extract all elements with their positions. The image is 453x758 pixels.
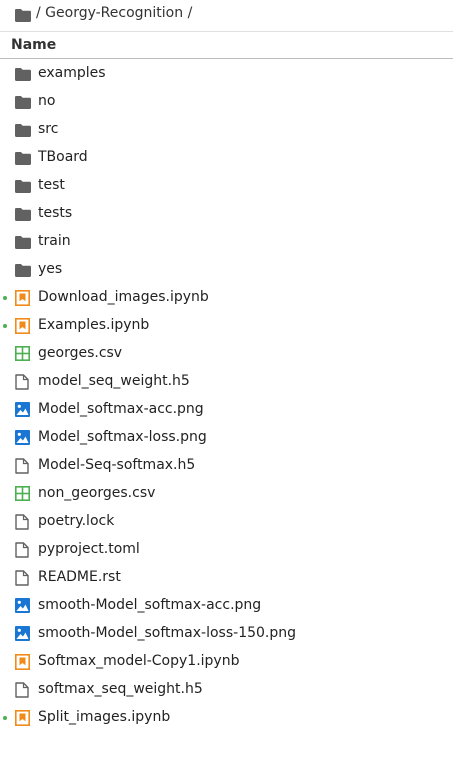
file-name[interactable]: Model_softmax-acc.png	[38, 401, 204, 417]
file-name[interactable]: src	[38, 121, 58, 137]
file-name[interactable]: model_seq_weight.h5	[38, 373, 190, 389]
file-name[interactable]: README.rst	[38, 569, 121, 585]
folder-icon	[15, 262, 31, 278]
file-row[interactable]: Download_images.ipynb	[0, 284, 453, 312]
file-row[interactable]: test	[0, 172, 453, 200]
file-name[interactable]: TBoard	[38, 149, 88, 165]
image-icon	[15, 402, 31, 418]
file-row[interactable]: smooth-Model_softmax-loss-150.png	[0, 620, 453, 648]
notebook-icon	[15, 654, 31, 670]
file-row[interactable]: Split_images.ipynb	[0, 704, 453, 732]
file-row[interactable]: pyproject.toml	[0, 536, 453, 564]
file-icon	[15, 542, 31, 558]
spreadsheet-icon	[15, 486, 31, 502]
file-name[interactable]: Model-Seq-softmax.h5	[38, 457, 195, 473]
image-icon	[15, 430, 31, 446]
folder-icon	[15, 206, 31, 222]
folder-icon	[15, 94, 31, 110]
notebook-icon	[15, 710, 31, 726]
file-row[interactable]: poetry.lock	[0, 508, 453, 536]
breadcrumb-path[interactable]: / Georgy-Recognition /	[36, 5, 192, 21]
folder-icon	[15, 178, 31, 194]
file-row[interactable]: softmax_seq_weight.h5	[0, 676, 453, 704]
file-icon	[15, 514, 31, 530]
file-name[interactable]: georges.csv	[38, 345, 122, 361]
file-row[interactable]: yes	[0, 256, 453, 284]
running-indicator-icon	[3, 296, 7, 300]
file-row[interactable]: Model-Seq-softmax.h5	[0, 452, 453, 480]
file-name[interactable]: pyproject.toml	[38, 541, 140, 557]
image-icon	[15, 598, 31, 614]
file-icon	[15, 570, 31, 586]
file-row[interactable]: smooth-Model_softmax-acc.png	[0, 592, 453, 620]
file-row[interactable]: TBoard	[0, 144, 453, 172]
file-row[interactable]: non_georges.csv	[0, 480, 453, 508]
file-name[interactable]: smooth-Model_softmax-acc.png	[38, 597, 261, 613]
file-row[interactable]: model_seq_weight.h5	[0, 368, 453, 396]
running-indicator-icon	[3, 716, 7, 720]
file-name[interactable]: tests	[38, 205, 72, 221]
file-row[interactable]: train	[0, 228, 453, 256]
running-indicator-icon	[3, 324, 7, 328]
file-row[interactable]: Model_softmax-loss.png	[0, 424, 453, 452]
file-name[interactable]: poetry.lock	[38, 513, 114, 529]
breadcrumb: / Georgy-Recognition /	[0, 0, 453, 28]
notebook-icon	[15, 318, 31, 334]
column-header: Name	[0, 31, 453, 59]
file-row[interactable]: README.rst	[0, 564, 453, 592]
file-name[interactable]: Model_softmax-loss.png	[38, 429, 207, 445]
file-icon	[15, 682, 31, 698]
file-name[interactable]: yes	[38, 261, 62, 277]
file-name[interactable]: non_georges.csv	[38, 485, 155, 501]
home-folder-icon[interactable]	[15, 9, 31, 22]
folder-icon	[15, 150, 31, 166]
file-name[interactable]: Download_images.ipynb	[38, 289, 209, 305]
file-list: examples no src TBoard test tests train yes Down…	[0, 60, 453, 732]
image-icon	[15, 626, 31, 642]
folder-icon	[15, 122, 31, 138]
file-icon	[15, 458, 31, 474]
file-icon	[15, 374, 31, 390]
file-name[interactable]: softmax_seq_weight.h5	[38, 681, 203, 697]
name-column-header[interactable]: Name	[11, 37, 56, 53]
file-name[interactable]: train	[38, 233, 71, 249]
file-name[interactable]: Split_images.ipynb	[38, 709, 170, 725]
file-row[interactable]: Model_softmax-acc.png	[0, 396, 453, 424]
file-row[interactable]: no	[0, 88, 453, 116]
file-row[interactable]: Softmax_model-Copy1.ipynb	[0, 648, 453, 676]
file-name[interactable]: Softmax_model-Copy1.ipynb	[38, 653, 239, 669]
file-row[interactable]: src	[0, 116, 453, 144]
file-name[interactable]: no	[38, 93, 55, 109]
file-row[interactable]: Examples.ipynb	[0, 312, 453, 340]
notebook-icon	[15, 290, 31, 306]
file-row[interactable]: tests	[0, 200, 453, 228]
file-name[interactable]: test	[38, 177, 65, 193]
folder-icon	[15, 66, 31, 82]
file-name[interactable]: Examples.ipynb	[38, 317, 149, 333]
file-name[interactable]: smooth-Model_softmax-loss-150.png	[38, 625, 296, 641]
file-row[interactable]: examples	[0, 60, 453, 88]
spreadsheet-icon	[15, 346, 31, 362]
file-name[interactable]: examples	[38, 65, 106, 81]
folder-icon	[15, 234, 31, 250]
file-row[interactable]: georges.csv	[0, 340, 453, 368]
